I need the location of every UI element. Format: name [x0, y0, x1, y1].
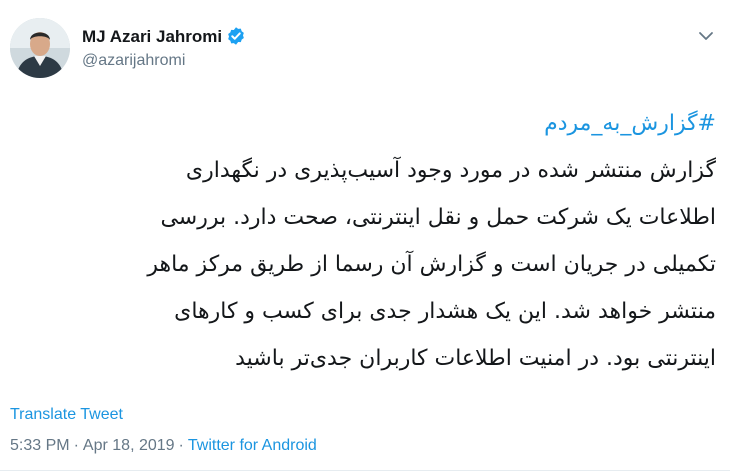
meta-separator: · [178, 437, 184, 454]
tweet-source-link[interactable]: Twitter for Android [188, 437, 317, 454]
tweet-line: منتشر خواهد شد. این یک هشدار جدی برای کس… [174, 299, 716, 324]
meta-separator: · [73, 437, 79, 454]
tweet-line: تکمیلی در جریان است و گزارش آن رسما از ط… [147, 252, 716, 277]
avatar-image [10, 18, 70, 78]
avatar[interactable] [10, 18, 70, 78]
translate-tweet-link[interactable]: Translate Tweet [10, 406, 123, 424]
chevron-down-icon[interactable] [696, 26, 716, 46]
tweet-header: MJ Azari Jahromi @azarijahromi [0, 0, 730, 90]
author-display-name[interactable]: MJ Azari Jahromi [82, 26, 246, 47]
tweet-meta: 5:33 PM · Apr 18, 2019 · Twitter for Android [10, 437, 317, 455]
tweet-line: اطلاعات یک شرکت حمل و نقل اینترنتی، صحت … [160, 205, 716, 230]
author-name-text[interactable]: MJ Azari Jahromi [82, 27, 222, 46]
bottom-divider [0, 470, 730, 471]
tweet-line: گزارش منتشر شده در مورد وجود آسیب‌پذیری … [185, 158, 716, 183]
tweet-date[interactable]: Apr 18, 2019 [83, 437, 175, 454]
tweet-text: #گزارش_به_مردم گزارش منتشر شده در مورد و… [16, 100, 716, 382]
verified-badge-icon [228, 27, 244, 45]
hashtag-link[interactable]: #گزارش_به_مردم [544, 111, 716, 136]
author-handle[interactable]: @azarijahromi [82, 52, 185, 70]
tweet-line: اینترنتی بود. در امنیت اطلاعات کاربران ج… [235, 346, 716, 371]
tweet-time[interactable]: 5:33 PM [10, 437, 70, 454]
